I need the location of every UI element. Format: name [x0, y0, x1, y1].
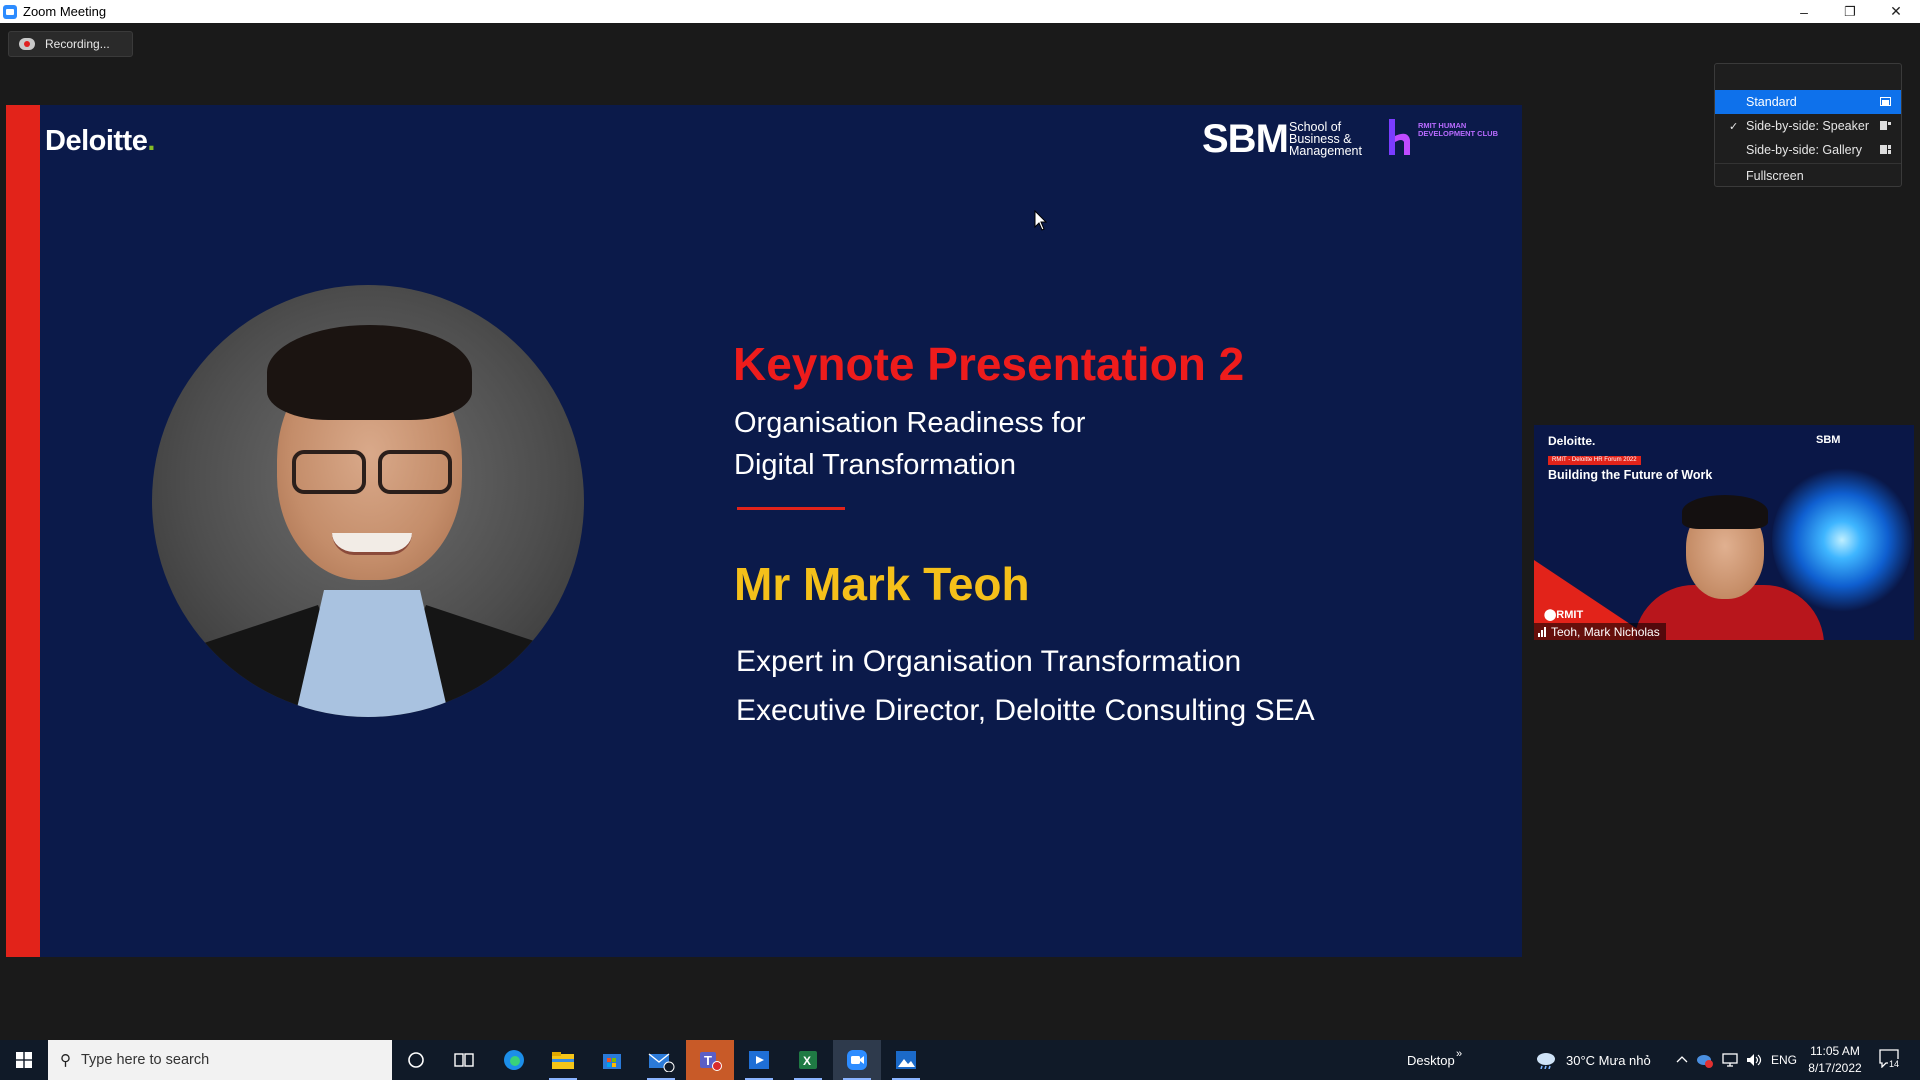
- cortana-icon: [408, 1052, 424, 1068]
- menu-item-side-by-side-gallery[interactable]: Side-by-side: Gallery: [1715, 138, 1901, 162]
- zoom-icon: [847, 1050, 867, 1070]
- task-view-icon: [454, 1053, 474, 1067]
- participant-name: Teoh, Mark Nicholas: [1551, 624, 1660, 639]
- file-explorer-icon: [552, 1052, 574, 1069]
- participant-name-tag: Teoh, Mark Nicholas: [1534, 623, 1666, 640]
- action-center-button[interactable]: 14: [1878, 1048, 1902, 1072]
- start-button[interactable]: [0, 1040, 48, 1080]
- menu-item-fullscreen[interactable]: Fullscreen: [1715, 164, 1901, 188]
- edge-browser-icon: [504, 1050, 524, 1070]
- shared-screen-slide: Deloitte. SBM School of Business & Manag…: [6, 105, 1522, 957]
- svg-text:X: X: [803, 1054, 811, 1068]
- search-icon: ⚲: [60, 1052, 71, 1069]
- hdc-club-logo-text: RMIT HUMAN DEVELOPMENT CLUB: [1418, 121, 1499, 138]
- taskbar-mail[interactable]: [637, 1040, 685, 1080]
- recording-indicator[interactable]: Recording...: [8, 31, 133, 57]
- weather-cloud-rain-icon: [1537, 1053, 1555, 1069]
- search-placeholder: Type here to search: [81, 1052, 210, 1068]
- view-layout-menu: Standard ✓ Side-by-side: Speaker Side-by…: [1714, 63, 1902, 187]
- gallery-layout-icon: [1880, 145, 1891, 154]
- mail-icon: [648, 1053, 675, 1072]
- recording-label: Recording...: [45, 37, 110, 51]
- taskbar-excel[interactable]: X: [784, 1040, 832, 1080]
- weather-text[interactable]: 30°C Mưa nhỏ: [1566, 1040, 1651, 1080]
- microsoft-store-icon: [603, 1054, 621, 1069]
- zoom-app-icon: [3, 4, 17, 19]
- chevron-right-icon[interactable]: »: [1456, 1034, 1462, 1074]
- speaker-photo: [152, 285, 584, 717]
- media-player-icon: [749, 1051, 769, 1069]
- speaker-name: Mr Mark Teoh: [734, 558, 1030, 610]
- clock-date: 8/17/2022: [1808, 1061, 1862, 1075]
- menu-item-standard[interactable]: Standard: [1715, 90, 1901, 114]
- speaker-layout-icon: [1880, 121, 1891, 130]
- desktop-toolbar-label[interactable]: Desktop: [1407, 1040, 1455, 1080]
- connection-signal-icon: [1538, 626, 1546, 637]
- network-icon[interactable]: [1721, 1052, 1739, 1068]
- speaker-role-line2: Executive Director, Deloitte Consulting …: [736, 694, 1315, 727]
- taskbar-teams[interactable]: T: [686, 1040, 734, 1080]
- window-titlebar: Zoom Meeting – ❐ ✕: [0, 0, 1920, 23]
- menu-item-side-by-side-speaker[interactable]: ✓ Side-by-side: Speaker: [1715, 114, 1901, 138]
- thumb-sbm-logo: SBM: [1816, 434, 1841, 446]
- thumb-event-badge: RMIT - Deloitte HR Forum 2022: [1548, 456, 1641, 465]
- sbm-logo-subtitle: School of Business & Management: [1289, 120, 1362, 158]
- window-title: Zoom Meeting: [23, 4, 107, 19]
- task-view-button[interactable]: [440, 1040, 488, 1080]
- thumb-headline: Building the Future of Work: [1548, 468, 1713, 482]
- participant-video-thumbnail[interactable]: Deloitte. SBM RMIT - Deloitte HR Forum 2…: [1534, 425, 1914, 640]
- minimize-button[interactable]: –: [1781, 0, 1827, 23]
- input-language[interactable]: ENG: [1771, 1040, 1797, 1080]
- taskbar-search-box[interactable]: ⚲ Type here to search: [48, 1040, 392, 1080]
- clock-time: 11:05 AM: [1810, 1044, 1860, 1058]
- taskbar-store[interactable]: [588, 1040, 636, 1080]
- taskbar-photos[interactable]: [882, 1040, 930, 1080]
- taskbar-zoom[interactable]: [833, 1040, 881, 1080]
- notification-count: 14: [1888, 1059, 1901, 1069]
- mouse-cursor-icon: [1034, 210, 1048, 231]
- chevron-up-icon[interactable]: [1676, 1054, 1688, 1064]
- thumb-rmit-logo: ⬤RMIT: [1544, 609, 1584, 621]
- teams-icon: T: [700, 1052, 722, 1071]
- slide-title: Keynote Presentation 2: [733, 338, 1245, 390]
- standard-layout-icon: [1880, 97, 1891, 106]
- taskbar-edge[interactable]: [490, 1040, 538, 1080]
- cortana-button[interactable]: [392, 1040, 440, 1080]
- cloud-record-icon: [19, 38, 35, 50]
- meeting-area: Recording... Deloitte. SBM School of Bus…: [0, 23, 1920, 1040]
- check-icon: ✓: [1729, 120, 1739, 133]
- svg-text:T: T: [704, 1053, 712, 1068]
- onedrive-icon[interactable]: [1696, 1052, 1714, 1068]
- slide-accent-bar: [6, 105, 40, 957]
- slide-subtitle-line2: Digital Transformation: [734, 449, 1017, 481]
- hdc-club-logo-icon: [1389, 119, 1410, 155]
- volume-icon[interactable]: [1745, 1052, 1763, 1068]
- thumb-deloitte-logo: Deloitte.: [1548, 434, 1596, 448]
- sbm-logo: SBM: [1202, 117, 1289, 161]
- windows-logo-icon: [16, 1052, 32, 1068]
- speaker-role-line1: Expert in Organisation Transformation: [736, 645, 1242, 678]
- photos-icon: [896, 1051, 916, 1069]
- deloitte-logo: Deloitte.: [45, 125, 155, 157]
- slide-divider: [737, 507, 845, 510]
- excel-icon: X: [799, 1051, 817, 1069]
- system-clock[interactable]: 11:05 AM 8/17/2022: [1800, 1043, 1870, 1077]
- slide-subtitle-line1: Organisation Readiness for: [734, 407, 1086, 439]
- taskbar-file-explorer[interactable]: [539, 1040, 587, 1080]
- taskbar-media-app[interactable]: [735, 1040, 783, 1080]
- close-button[interactable]: ✕: [1873, 0, 1919, 23]
- windows-taskbar: ⚲ Type here to search T X Desktop » 30°C…: [0, 1040, 1920, 1080]
- restore-button[interactable]: ❐: [1827, 0, 1873, 23]
